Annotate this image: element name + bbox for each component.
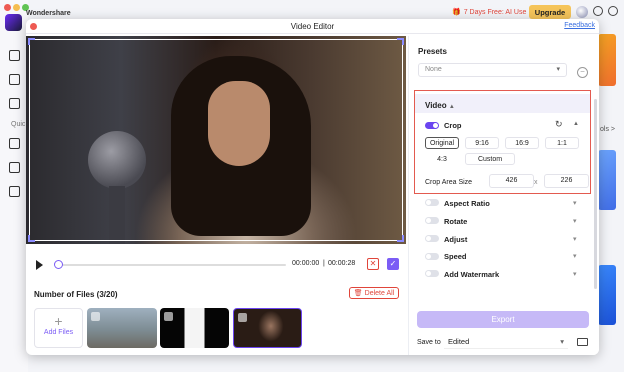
adjust-label: Adjust bbox=[444, 235, 468, 244]
app-logo bbox=[5, 14, 22, 31]
panel-scrollbar[interactable] bbox=[594, 99, 597, 289]
speed-toggle[interactable] bbox=[425, 253, 439, 260]
window-minimize-dot[interactable] bbox=[13, 4, 20, 11]
crop-handle-bottom-left[interactable] bbox=[28, 235, 35, 242]
add-files-label: Add Files bbox=[43, 329, 74, 336]
export-button[interactable]: Export bbox=[417, 311, 589, 328]
watermark-label: Add Watermark bbox=[444, 270, 500, 279]
avatar[interactable] bbox=[576, 6, 588, 18]
save-to-select[interactable]: Edited ▾ bbox=[444, 335, 568, 349]
file-thumbnail-1[interactable] bbox=[87, 308, 157, 348]
tools-link[interactable]: ols > bbox=[600, 126, 615, 133]
toolbox-icon[interactable] bbox=[9, 74, 20, 85]
bg-card-2 bbox=[598, 150, 616, 210]
export-icon[interactable] bbox=[9, 162, 20, 173]
ratio-9-16-button[interactable]: 9:16 bbox=[465, 137, 499, 149]
feedback-link[interactable]: Feedback bbox=[564, 22, 595, 29]
dialog-header: Video Editor Feedback bbox=[26, 19, 599, 34]
crop-height-input[interactable]: 226 bbox=[544, 174, 589, 188]
dimension-separator: x bbox=[534, 179, 538, 186]
media-icon[interactable] bbox=[9, 186, 20, 197]
scrubber-handle[interactable] bbox=[54, 260, 63, 269]
settings-panel: Presets None ▾ bbox=[408, 36, 599, 355]
thumbnail-checkbox[interactable] bbox=[164, 312, 173, 321]
cancel-crop-button[interactable]: ✕ bbox=[367, 258, 379, 270]
chevron-up-icon[interactable]: ▲ bbox=[573, 121, 579, 127]
headset-icon[interactable] bbox=[608, 6, 618, 16]
chevron-down-icon[interactable]: ▾ bbox=[573, 252, 577, 260]
crop-handle-bottom-right[interactable] bbox=[397, 235, 404, 242]
ratio-custom-button[interactable]: Custom bbox=[465, 153, 515, 165]
chevron-down-icon[interactable]: ▾ bbox=[573, 217, 577, 225]
ratio-16-9-button[interactable]: 16:9 bbox=[505, 137, 539, 149]
video-editor-dialog: Video Editor Feedback 00:00:00 | 00:00:2… bbox=[26, 19, 599, 355]
bg-card-1 bbox=[598, 34, 616, 86]
home-icon[interactable] bbox=[9, 50, 20, 61]
plugin-icon[interactable] bbox=[9, 138, 20, 149]
document-icon[interactable] bbox=[9, 98, 20, 109]
quick-section-label: Quic bbox=[11, 121, 26, 128]
crop-width-input[interactable]: 426 bbox=[489, 174, 534, 188]
promo-text: 7 Days Free: AI Use bbox=[463, 8, 527, 16]
current-time: 00:00:00 bbox=[292, 260, 320, 267]
file-count-label: Number of Files (3/20) bbox=[34, 290, 118, 299]
crop-size-label: Crop Area Size bbox=[425, 179, 473, 186]
adjust-toggle[interactable] bbox=[425, 235, 439, 242]
thumbnail-checkbox[interactable] bbox=[238, 313, 247, 322]
promo-banner[interactable]: 🎁 7 Days Free: AI Use bbox=[452, 6, 526, 18]
speed-label: Speed bbox=[444, 252, 467, 261]
chevron-down-icon: ▾ bbox=[560, 337, 564, 346]
dialog-title: Video Editor bbox=[290, 22, 335, 31]
plus-icon: + bbox=[54, 313, 63, 329]
crop-handle-top-right[interactable] bbox=[397, 38, 404, 45]
delete-all-button[interactable]: 🗑 Delete All bbox=[349, 287, 399, 299]
play-icon[interactable] bbox=[36, 260, 43, 270]
presets-title: Presets bbox=[418, 47, 447, 56]
crop-toggle[interactable] bbox=[425, 122, 439, 129]
delete-all-label: Delete All bbox=[364, 289, 395, 297]
trash-icon: 🗑 bbox=[353, 290, 363, 297]
watermark-toggle[interactable] bbox=[425, 270, 439, 277]
reset-icon[interactable]: ↻ bbox=[555, 119, 563, 130]
save-to-value: Edited bbox=[448, 337, 470, 346]
ratio-1-1-button[interactable]: 1:1 bbox=[545, 137, 579, 149]
aspect-ratio-toggle[interactable] bbox=[425, 199, 439, 206]
video-section-label: Video bbox=[425, 101, 447, 110]
crop-label: Crop bbox=[444, 121, 462, 130]
aspect-ratio-label: Aspect Ratio bbox=[444, 199, 490, 208]
confirm-crop-button[interactable]: ✓ bbox=[387, 258, 399, 270]
duration-time: 00:00:28 bbox=[328, 260, 356, 267]
timeline-scrubber[interactable] bbox=[58, 264, 286, 266]
thumbnail-checkbox[interactable] bbox=[91, 312, 100, 321]
chevron-down-icon[interactable]: ▾ bbox=[573, 199, 577, 207]
chevron-up-icon: ▲ bbox=[448, 104, 455, 110]
message-icon[interactable] bbox=[593, 6, 603, 16]
folder-icon[interactable] bbox=[577, 338, 588, 346]
video-preview[interactable] bbox=[26, 36, 406, 244]
save-to-label: Save to bbox=[417, 339, 441, 346]
upgrade-button[interactable]: Upgrade bbox=[529, 5, 571, 19]
window-close-dot[interactable] bbox=[4, 4, 11, 11]
crop-frame[interactable] bbox=[29, 39, 403, 241]
gift-icon: 🎁 bbox=[452, 9, 461, 16]
ratio-4-3-button[interactable]: 4:3 bbox=[425, 153, 459, 165]
chevron-down-icon[interactable]: ▾ bbox=[573, 270, 577, 278]
file-thumbnail-2[interactable] bbox=[160, 308, 229, 348]
crop-handle-top-left[interactable] bbox=[28, 38, 35, 45]
chevron-down-icon: ▾ bbox=[556, 66, 560, 73]
time-separator: | bbox=[323, 260, 325, 267]
preset-select[interactable]: None ▾ bbox=[418, 63, 567, 77]
rotate-label: Rotate bbox=[444, 217, 468, 226]
ratio-original-button[interactable]: Original bbox=[425, 137, 459, 149]
bg-card-3 bbox=[598, 265, 616, 325]
file-thumbnail-3[interactable] bbox=[233, 308, 302, 348]
video-section-title[interactable]: Video ▲ bbox=[425, 101, 455, 110]
preset-value: None bbox=[425, 66, 442, 73]
chevron-down-icon[interactable]: ▾ bbox=[573, 235, 577, 243]
remove-preset-icon[interactable]: − bbox=[577, 67, 588, 78]
add-files-button[interactable]: + Add Files bbox=[34, 308, 83, 348]
rotate-toggle[interactable] bbox=[425, 217, 439, 224]
app-brand: Wondershare bbox=[26, 10, 71, 17]
